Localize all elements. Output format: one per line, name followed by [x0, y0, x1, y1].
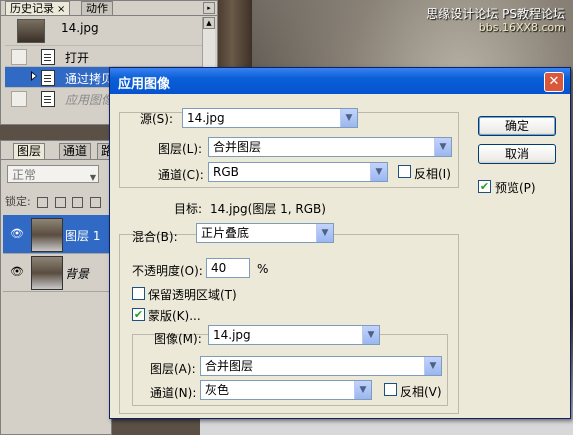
chevron-down-icon: ▼: [424, 357, 441, 375]
blend-mode-value: 正常: [12, 168, 37, 182]
source-select[interactable]: 14.jpg ▼: [182, 108, 358, 128]
mask-channel-value: 灰色: [205, 383, 230, 397]
eye-icon[interactable]: 👁: [10, 265, 24, 278]
panel-menu-icon[interactable]: ▸: [203, 2, 215, 14]
source-channel-select[interactable]: RGB ▼: [208, 162, 388, 182]
watermark-line1: 思缘设计论坛: [426, 7, 499, 21]
source-layer-select[interactable]: 合并图层 ▼: [208, 137, 452, 157]
tab-actions-label: 动作: [86, 2, 108, 15]
lock-position-icon[interactable]: [72, 196, 84, 208]
apply-image-dialog: 应用图像 ✕ 源(S): 14.jpg ▼ 图层(L): 合并图层 ▼ 通道(C…: [109, 67, 571, 419]
lock-all-icon[interactable]: [89, 196, 101, 208]
mask-layer-select[interactable]: 合并图层 ▼: [200, 356, 442, 376]
lock-transparency-icon[interactable]: [37, 196, 49, 208]
source-invert-label[interactable]: 反相(I): [414, 165, 451, 182]
close-icon[interactable]: ✕: [544, 72, 564, 92]
document-icon: [41, 49, 55, 65]
layer-thumbnail: [31, 256, 63, 290]
layer-name: 背景: [65, 267, 90, 281]
tab-history-label: 历史记录: [10, 2, 54, 15]
preserve-transparency-label[interactable]: 保留透明区域(T): [148, 286, 237, 303]
dialog-title: 应用图像: [118, 77, 171, 92]
source-label: 源(S):: [140, 110, 173, 127]
lock-label: 锁定:: [5, 195, 31, 208]
mask-channel-label: 通道(N):: [150, 386, 197, 400]
watermark-url: bbs.16XX8.com: [478, 21, 565, 34]
mask-label[interactable]: 蒙版(K)...: [148, 307, 201, 324]
history-panel-tabs: 历史记录 × 动作 ▸: [1, 1, 217, 16]
watermark-line2: PS教程论坛: [502, 7, 565, 21]
tab-layers[interactable]: 图层: [13, 143, 46, 159]
source-channel-label: 通道(C):: [158, 168, 204, 182]
history-item-label: 通过拷贝: [65, 72, 114, 86]
tab-actions[interactable]: 动作: [81, 1, 113, 15]
snapshot-label: 14.jpg: [61, 21, 99, 35]
document-icon: [41, 91, 55, 107]
mask-invert-checkbox[interactable]: [384, 383, 397, 396]
history-item-label: 应用图像: [65, 93, 114, 107]
opacity-label: 不透明度(O):: [132, 264, 203, 278]
chevron-down-icon: ▼: [89, 173, 96, 182]
tab-history[interactable]: 历史记录 ×: [5, 1, 71, 15]
layer-thumbnail: [31, 218, 63, 252]
opacity-unit: %: [257, 262, 269, 276]
lock-row: 锁定:: [5, 193, 101, 209]
tab-close-icon[interactable]: ×: [57, 4, 65, 15]
history-item-open[interactable]: 打开: [5, 45, 205, 66]
layer-row[interactable]: 👁 图层 1: [3, 215, 109, 254]
mask-image-value: 14.jpg: [213, 328, 251, 342]
mask-layer-value: 合并图层: [205, 359, 254, 373]
cancel-button[interactable]: 取消: [478, 144, 556, 164]
layers-panel-tabs: 图层 通道 路: [1, 141, 118, 160]
dialog-titlebar[interactable]: 应用图像 ✕: [110, 68, 570, 94]
lock-image-icon[interactable]: [54, 196, 66, 208]
history-state-pointer-icon[interactable]: [31, 71, 37, 81]
blending-mode-value: 正片叠底: [201, 226, 250, 240]
chevron-down-icon: ▼: [362, 326, 379, 344]
history-snapshot[interactable]: 14.jpg: [5, 19, 205, 43]
tab-channels-label: 通道: [63, 144, 88, 158]
source-value: 14.jpg: [187, 111, 225, 125]
mask-image-select[interactable]: 14.jpg ▼: [208, 325, 380, 345]
preview-label[interactable]: 预览(P): [495, 179, 536, 196]
layer-blend-mode-select[interactable]: 正常 ▼: [7, 165, 99, 183]
history-item-label: 打开: [65, 51, 90, 65]
chevron-down-icon: ▼: [354, 381, 371, 399]
chevron-down-icon: ▼: [340, 109, 357, 127]
tab-layers-label: 图层: [17, 144, 42, 158]
target-value: 14.jpg(图层 1, RGB): [210, 202, 326, 216]
watermark: 思缘设计论坛 PS教程论坛 bbs.16XX8.com: [426, 7, 565, 35]
ok-button[interactable]: 确定: [478, 116, 556, 136]
source-label-text: 源(S):: [140, 112, 174, 126]
source-layer-value: 合并图层: [213, 140, 262, 154]
preserve-transparency-checkbox[interactable]: [132, 287, 145, 300]
target-label: 目标:: [174, 202, 203, 216]
document-icon: [41, 70, 55, 86]
chevron-down-icon: ▼: [434, 138, 451, 156]
scroll-up-icon[interactable]: ▲: [203, 17, 215, 29]
mask-invert-label[interactable]: 反相(V): [400, 383, 442, 400]
blending-label: 混合(B):: [132, 230, 178, 244]
source-invert-checkbox[interactable]: [398, 165, 411, 178]
snapshot-thumbnail: [17, 19, 45, 43]
layers-panel: 图层 通道 路 正常 ▼ 锁定: 👁 图层 1 👁 背景: [0, 140, 118, 435]
mask-image-label: 图像(M):: [154, 332, 202, 346]
layer-row[interactable]: 👁 背景: [3, 253, 109, 292]
mask-checkbox[interactable]: ✔: [132, 308, 145, 321]
mask-layer-label: 图层(A):: [150, 362, 196, 376]
history-brush-source-box[interactable]: [11, 49, 27, 65]
preview-checkbox[interactable]: ✔: [478, 180, 491, 193]
background-tower: [212, 0, 252, 70]
chevron-down-icon: ▼: [316, 224, 333, 242]
chevron-down-icon: ▼: [370, 163, 387, 181]
eye-icon[interactable]: 👁: [10, 227, 24, 240]
opacity-input[interactable]: 40: [206, 258, 250, 278]
blending-mode-select[interactable]: 正片叠底 ▼: [196, 223, 334, 243]
source-channel-value: RGB: [213, 165, 239, 179]
source-layer-label: 图层(L):: [158, 142, 203, 156]
layer-name: 图层 1: [65, 229, 101, 243]
history-brush-source-box[interactable]: [11, 91, 27, 107]
tab-channels[interactable]: 通道: [59, 143, 92, 159]
mask-channel-select[interactable]: 灰色 ▼: [200, 380, 372, 400]
